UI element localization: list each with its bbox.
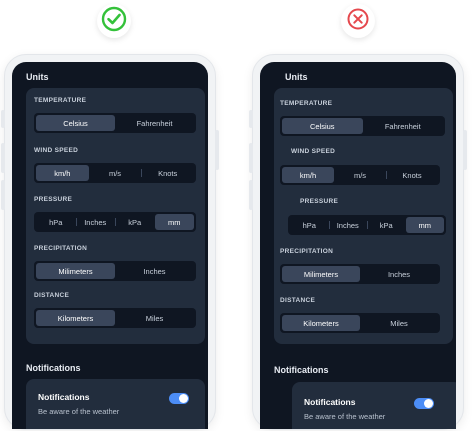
phone-side-button (215, 130, 219, 170)
notifications-card: Notifications Be aware of the weather (26, 379, 205, 429)
wind-option-ms[interactable]: m/s (334, 167, 386, 183)
temperature-option-celsius[interactable]: Celsius (282, 118, 363, 134)
notifications-item-title: Notifications (38, 392, 90, 402)
distance-option-miles[interactable]: Miles (115, 310, 194, 326)
app-screen: Units TEMPERATURE Celsius Fahrenheit WIN… (260, 62, 456, 429)
toggle-knob (179, 394, 188, 403)
pressure-label: PRESSURE (34, 196, 73, 203)
temperature-label: TEMPERATURE (34, 97, 87, 104)
temperature-option-fahrenheit[interactable]: Fahrenheit (115, 115, 194, 131)
comparison-stage: Units TEMPERATURE Celsius Fahrenheit WIN… (0, 0, 474, 431)
temperature-label: TEMPERATURE (280, 100, 333, 107)
pressure-option-kpa[interactable]: kPa (115, 214, 155, 230)
precipitation-option-inches[interactable]: Inches (115, 263, 194, 279)
wind-speed-label: WIND SPEED (34, 147, 79, 154)
good-example-badge (97, 4, 131, 38)
phone-side-button (249, 143, 253, 173)
units-section-title: Units (26, 72, 49, 82)
precipitation-segmented-control[interactable]: Milimeters Inches (34, 261, 196, 281)
temperature-option-fahrenheit[interactable]: Fahrenheit (363, 118, 444, 134)
pressure-option-inches[interactable]: Inches (328, 217, 368, 233)
pressure-option-mm[interactable]: mm (405, 217, 444, 233)
notifications-toggle[interactable] (414, 398, 434, 409)
pressure-option-mm[interactable]: mm (154, 214, 194, 230)
wind-speed-segmented-control[interactable]: km/h m/s Knots (280, 165, 440, 185)
phone-side-button (1, 143, 5, 173)
phone-bad-example: Units TEMPERATURE Celsius Fahrenheit WIN… (249, 54, 467, 430)
phone-side-button (249, 110, 253, 128)
precipitation-option-inches[interactable]: Inches (360, 266, 438, 282)
wind-option-knots[interactable]: Knots (386, 167, 438, 183)
pressure-segmented-control[interactable]: hPa Inches kPa mm (288, 215, 446, 235)
phone-side-button (463, 130, 467, 170)
x-circle-icon (346, 7, 370, 36)
distance-segmented-control[interactable]: Kilometers Miles (280, 313, 440, 333)
app-screen: Units TEMPERATURE Celsius Fahrenheit WIN… (12, 62, 208, 429)
temperature-option-celsius[interactable]: Celsius (36, 115, 115, 131)
phone-side-button (1, 180, 5, 210)
temperature-segmented-control[interactable]: Celsius Fahrenheit (280, 116, 445, 136)
notifications-toggle[interactable] (169, 393, 189, 404)
notifications-section-title: Notifications (26, 363, 81, 373)
notifications-card: Notifications Be aware of the weather (292, 382, 456, 429)
pressure-option-hpa[interactable]: hPa (290, 217, 329, 233)
phone-side-button (249, 180, 253, 210)
pressure-option-inches[interactable]: Inches (75, 214, 116, 230)
distance-option-kilometers[interactable]: Kilometers (36, 310, 115, 326)
precipitation-option-milimeters[interactable]: Milimeters (36, 263, 115, 279)
distance-option-kilometers[interactable]: Kilometers (282, 315, 360, 331)
notifications-item-subtitle: Be aware of the weather (304, 412, 386, 421)
wind-option-ms[interactable]: m/s (89, 165, 142, 181)
precipitation-option-milimeters[interactable]: Milimeters (282, 266, 360, 282)
distance-label: DISTANCE (34, 292, 70, 299)
distance-segmented-control[interactable]: Kilometers Miles (34, 308, 196, 328)
wind-speed-label: WIND SPEED (291, 148, 336, 155)
distance-label: DISTANCE (280, 297, 316, 304)
phone-good-example: Units TEMPERATURE Celsius Fahrenheit WIN… (1, 54, 219, 430)
check-circle-icon (100, 5, 128, 38)
wind-option-kmh[interactable]: km/h (282, 167, 334, 183)
wind-option-kmh[interactable]: km/h (36, 165, 89, 181)
pressure-option-kpa[interactable]: kPa (367, 217, 406, 233)
phone-side-button (1, 110, 5, 128)
distance-option-miles[interactable]: Miles (360, 315, 438, 331)
wind-speed-segmented-control[interactable]: km/h m/s Knots (34, 163, 196, 183)
pressure-segmented-control[interactable]: hPa Inches kPa mm (34, 212, 196, 232)
wind-option-knots[interactable]: Knots (141, 165, 194, 181)
units-section-title: Units (285, 72, 308, 82)
temperature-segmented-control[interactable]: Celsius Fahrenheit (34, 113, 196, 133)
pressure-option-hpa[interactable]: hPa (36, 214, 76, 230)
precipitation-label: PRECIPITATION (280, 248, 334, 255)
notifications-section-title: Notifications (274, 365, 329, 375)
bad-example-badge (341, 4, 375, 38)
pressure-label: PRESSURE (300, 198, 339, 205)
precipitation-label: PRECIPITATION (34, 245, 88, 252)
notifications-item-subtitle: Be aware of the weather (38, 407, 120, 416)
toggle-knob (424, 399, 433, 408)
precipitation-segmented-control[interactable]: Milimeters Inches (280, 264, 440, 284)
notifications-item-title: Notifications (304, 397, 356, 407)
